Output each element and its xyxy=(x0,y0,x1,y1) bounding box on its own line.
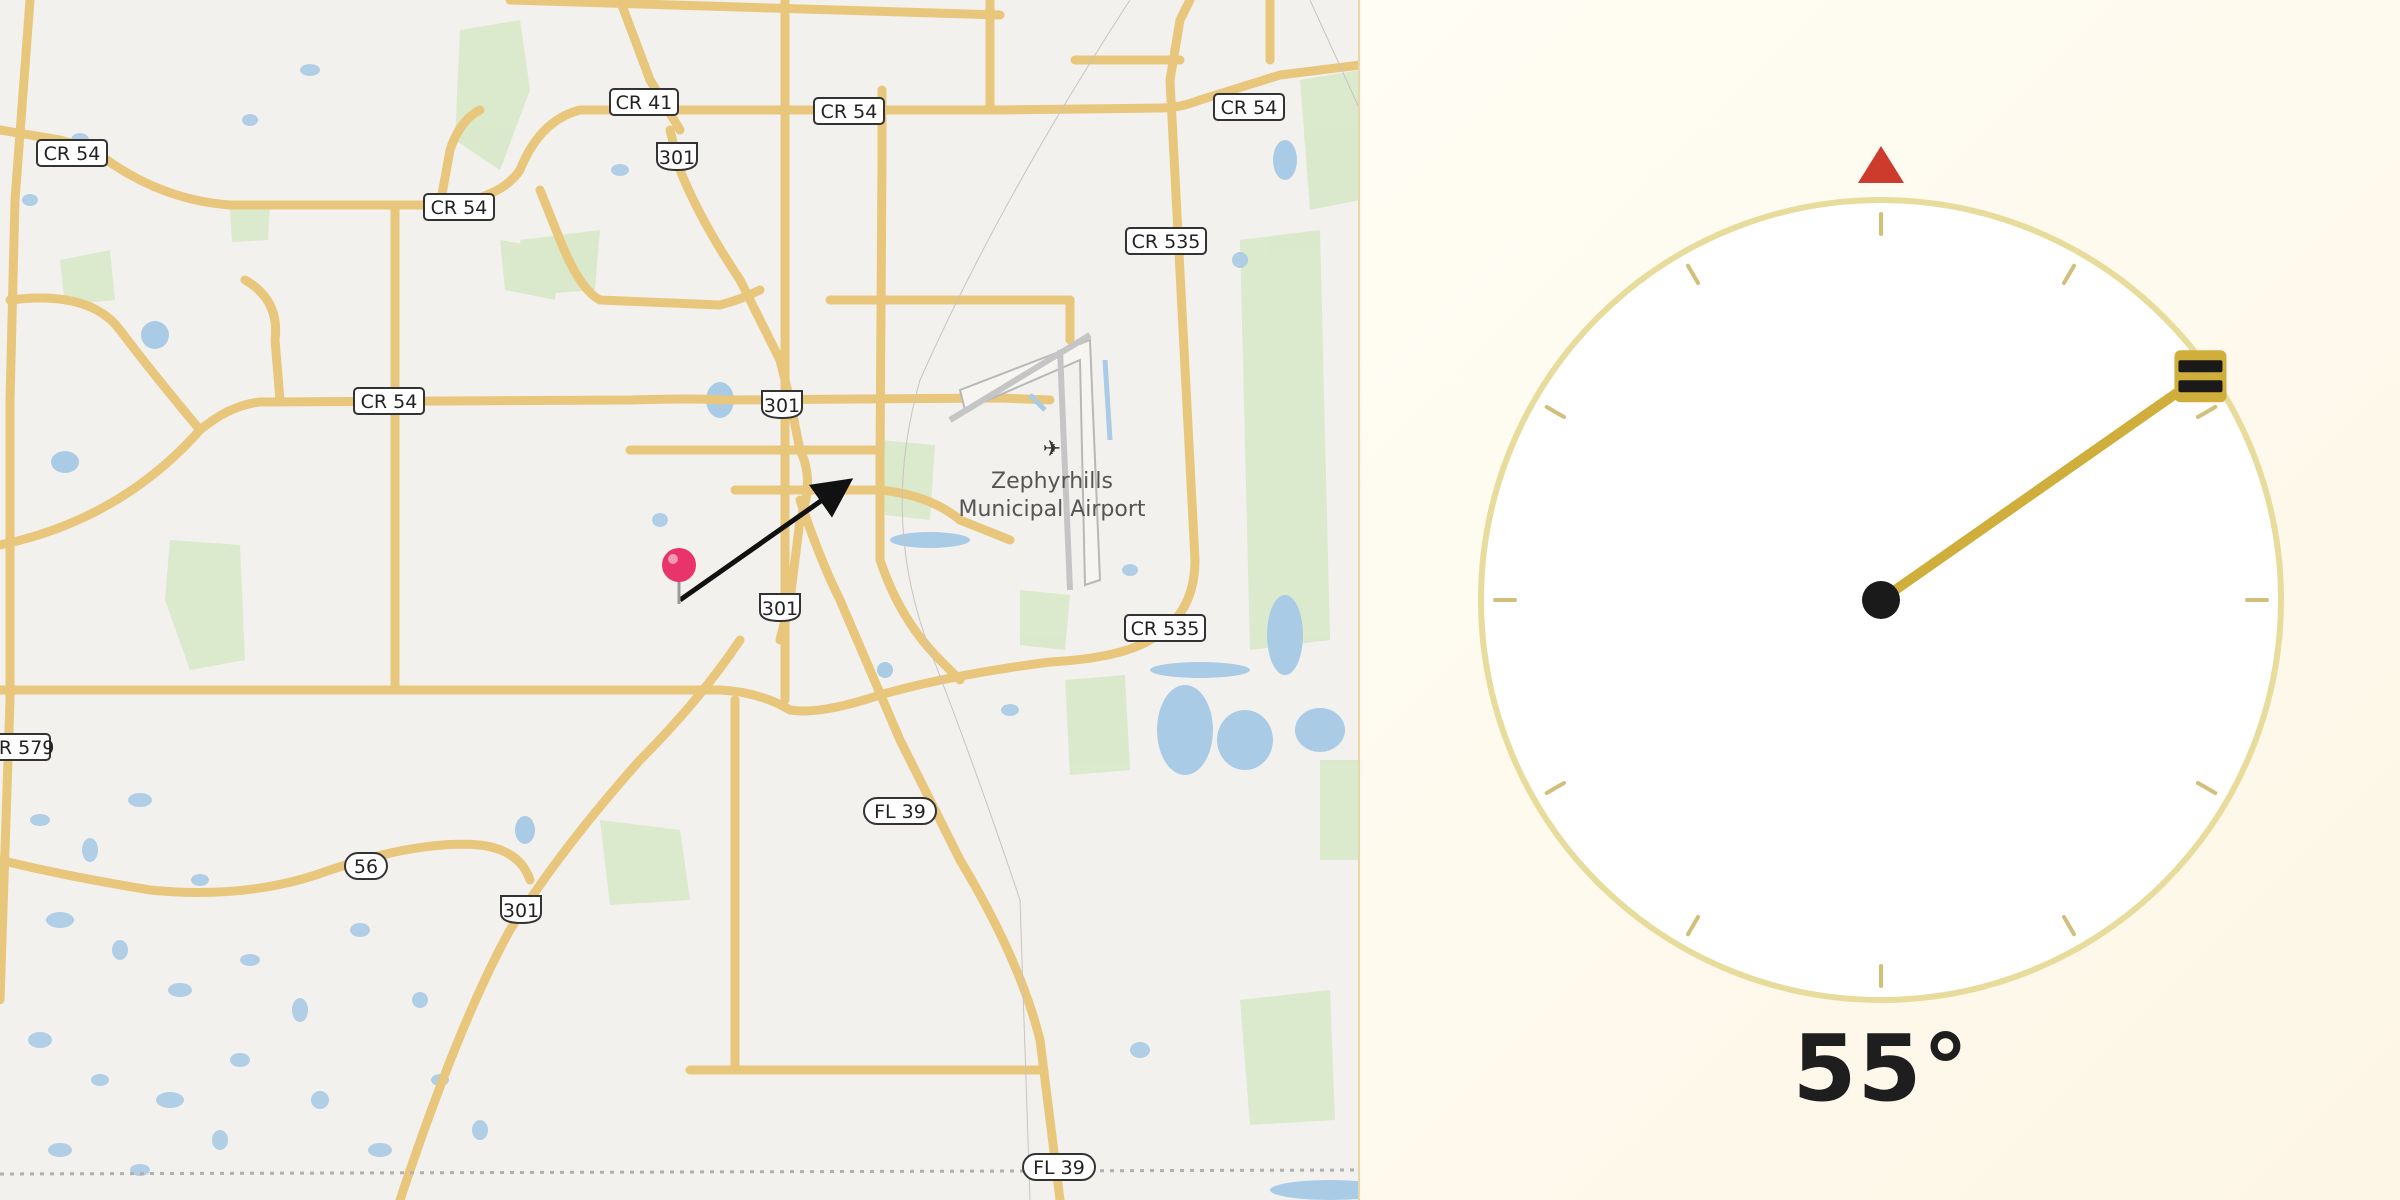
airport-label-line2: Municipal Airport xyxy=(958,497,1145,522)
svg-text:CR 41: CR 41 xyxy=(616,92,673,114)
needle-pivot xyxy=(1862,581,1900,619)
svg-text:CR 579: CR 579 xyxy=(0,737,54,759)
county-boundary xyxy=(0,1168,1358,1176)
road-shield: 301 xyxy=(500,895,542,925)
road-shield: 56 xyxy=(344,852,388,880)
svg-text:CR 54: CR 54 xyxy=(431,197,488,219)
road-shield: CR 54 xyxy=(813,97,885,125)
road-shield: FL 39 xyxy=(1022,1153,1096,1181)
map-view[interactable]: ✈ Zephyrhills Municipal Airport CR 54 CR… xyxy=(0,0,1360,1200)
road-shield: CR 54 xyxy=(353,387,425,415)
svg-text:CR 54: CR 54 xyxy=(361,391,418,413)
road-shield: CR 579 xyxy=(0,733,54,761)
road-shield: 301 xyxy=(656,142,698,172)
svg-text:301: 301 xyxy=(503,900,539,922)
road-shield: 301 xyxy=(761,390,803,420)
airport-label-line1: Zephyrhills xyxy=(991,469,1113,494)
heading-readout: 55° xyxy=(1792,1015,1970,1122)
compass-panel: 55° xyxy=(1362,0,2400,1200)
north-triangle-icon xyxy=(1858,146,1904,183)
drag-handle-icon[interactable] xyxy=(2174,350,2227,403)
svg-text:CR 535: CR 535 xyxy=(1132,231,1201,253)
svg-text:301: 301 xyxy=(659,147,695,169)
svg-text:CR 535: CR 535 xyxy=(1131,618,1200,640)
road-shield: CR 535 xyxy=(1125,227,1207,255)
road-shield: 301 xyxy=(759,593,801,623)
svg-text:56: 56 xyxy=(354,856,378,878)
road-shield: CR 41 xyxy=(609,88,679,116)
svg-text:FL 39: FL 39 xyxy=(1033,1157,1085,1179)
svg-text:CR 54: CR 54 xyxy=(1221,97,1278,119)
road-shield: CR 54 xyxy=(36,139,108,167)
road-shield: CR 54 xyxy=(1213,93,1285,121)
road-shield: CR 54 xyxy=(423,193,495,221)
svg-text:CR 54: CR 54 xyxy=(821,101,878,123)
road-shield: CR 535 xyxy=(1124,614,1206,642)
road-shield: FL 39 xyxy=(863,797,937,825)
map-canvas[interactable]: ✈ Zephyrhills Municipal Airport CR 54 CR… xyxy=(0,0,1360,1200)
svg-text:301: 301 xyxy=(764,395,800,417)
svg-text:301: 301 xyxy=(762,598,798,620)
heading-arrow xyxy=(678,478,854,603)
boundary-line xyxy=(901,0,1131,1200)
airplane-icon: ✈ xyxy=(1043,437,1061,462)
svg-text:FL 39: FL 39 xyxy=(874,801,926,823)
pin-icon[interactable] xyxy=(662,548,696,604)
airport: ✈ Zephyrhills Municipal Airport xyxy=(948,332,1146,591)
svg-text:CR 54: CR 54 xyxy=(44,143,101,165)
